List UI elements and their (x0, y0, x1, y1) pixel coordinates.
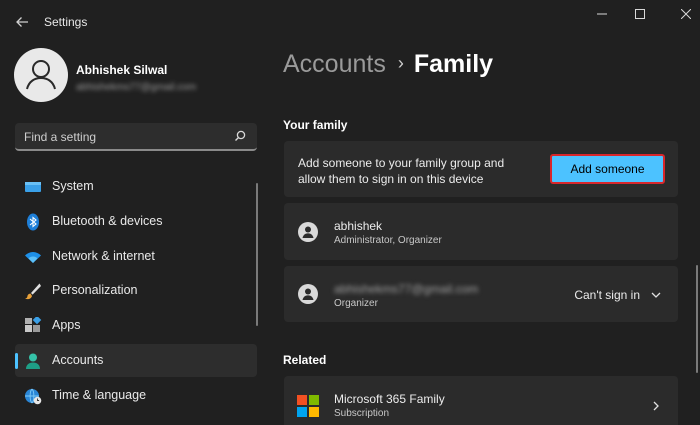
member-role: Organizer (334, 298, 378, 309)
search-placeholder: Find a setting (24, 130, 97, 144)
sidebar-nav: System Bluetooth & devices Network & int… (15, 170, 257, 414)
selection-indicator (15, 352, 18, 369)
globe-clock-icon (25, 388, 42, 405)
member-avatar (298, 222, 318, 242)
family-member-row[interactable]: abhishek Administrator, Organizer (284, 203, 678, 260)
sidebar-item-system[interactable]: System (15, 170, 257, 203)
title-bar: Settings (0, 0, 700, 44)
system-display-icon (25, 182, 41, 192)
sidebar-item-apps[interactable]: Apps (15, 309, 257, 342)
person-icon (302, 288, 314, 300)
accounts-person-icon (26, 353, 40, 369)
microsoft-logo-icon (297, 395, 319, 417)
avatar[interactable] (14, 48, 68, 102)
search-input[interactable]: Find a setting (15, 123, 257, 151)
breadcrumb-parent[interactable]: Accounts (283, 50, 386, 78)
sidebar-item-label: Apps (52, 318, 81, 333)
related-item-title: Microsoft 365 Family (334, 392, 445, 406)
family-member-row[interactable]: abhishekms77@gmail.com Organizer Can't s… (284, 266, 678, 322)
person-icon (302, 226, 314, 238)
user-email: abhishekms77@gmail.com (76, 82, 197, 93)
member-name: abhishek (334, 219, 383, 233)
chevron-down-icon[interactable] (650, 289, 662, 301)
sidebar-item-label: Network & internet (52, 248, 155, 263)
breadcrumb: Accounts › Family (283, 50, 493, 79)
sidebar-scrollbar[interactable] (256, 183, 258, 326)
sidebar-item-network[interactable]: Network & internet (15, 240, 257, 273)
paintbrush-icon (25, 283, 41, 300)
sidebar-item-label: Bluetooth & devices (52, 213, 163, 228)
member-avatar (298, 284, 318, 304)
back-button[interactable] (12, 12, 32, 32)
person-avatar-icon (26, 60, 56, 90)
sidebar-item-accounts[interactable]: Accounts (15, 343, 257, 377)
search-icon (235, 130, 246, 141)
your-family-heading: Your family (283, 118, 348, 132)
minimize-icon (597, 13, 607, 15)
maximize-icon (635, 9, 645, 19)
add-someone-button[interactable]: Add someone (550, 154, 665, 184)
member-status: Can't sign in (574, 288, 640, 302)
add-member-card: Add someone to your family group and all… (284, 141, 678, 197)
apps-grid-icon (25, 317, 42, 333)
add-member-text-line2: allow them to sign in on this device (298, 172, 484, 186)
member-email: abhishekms77@gmail.com (334, 282, 479, 296)
app-title: Settings (44, 15, 88, 29)
related-heading: Related (283, 353, 327, 367)
bluetooth-icon (27, 213, 39, 231)
sidebar-item-label: System (52, 179, 94, 193)
minimize-button[interactable] (590, 6, 614, 24)
related-item-microsoft-365[interactable]: Microsoft 365 Family Subscription (284, 376, 678, 425)
sidebar-item-label: Accounts (52, 352, 104, 367)
wifi-icon (25, 251, 41, 263)
add-member-text-line1: Add someone to your family group and (298, 156, 505, 170)
sidebar-item-bluetooth[interactable]: Bluetooth & devices (15, 205, 257, 238)
member-role: Administrator, Organizer (334, 235, 442, 246)
close-icon (680, 8, 692, 20)
breadcrumb-separator: › (397, 53, 404, 73)
page-title: Family (413, 50, 494, 78)
maximize-button[interactable] (628, 6, 652, 24)
chevron-right-icon (653, 401, 659, 411)
sidebar-item-label: Personalization (52, 283, 138, 298)
sidebar-item-personalization[interactable]: Personalization (15, 274, 257, 307)
sidebar-item-label: Time & language (52, 387, 147, 402)
back-arrow-icon (16, 17, 28, 27)
user-name: Abhishek Silwal (76, 63, 168, 77)
sidebar-item-time-language[interactable]: Time & language (15, 379, 257, 412)
related-item-subtitle: Subscription (334, 408, 390, 419)
main-scrollbar[interactable] (696, 265, 698, 373)
close-button[interactable] (674, 6, 698, 24)
